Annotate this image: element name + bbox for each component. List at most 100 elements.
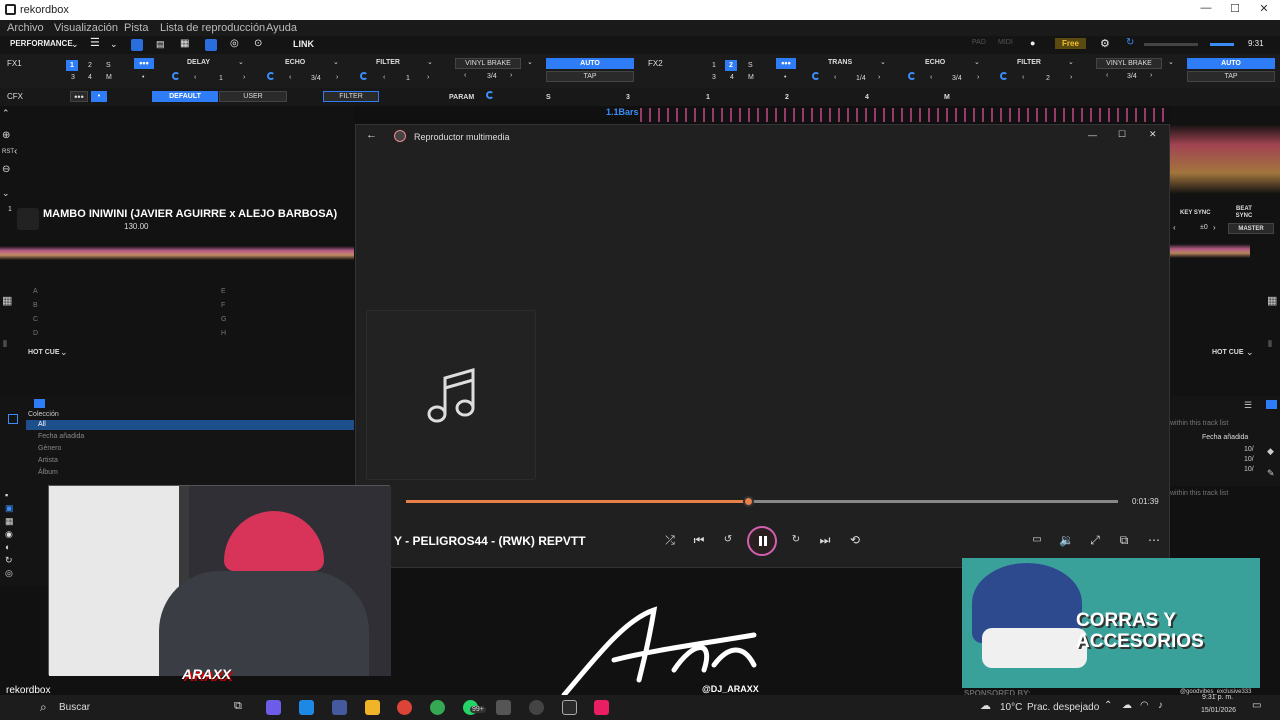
- captions-icon[interactable]: ▭: [1030, 533, 1044, 547]
- fx1-knob-3[interactable]: [360, 72, 368, 80]
- pad-e[interactable]: E: [221, 288, 226, 295]
- fx1-ratio-right-icon[interactable]: ›: [510, 72, 512, 79]
- filter-album[interactable]: Álbum: [38, 469, 58, 476]
- fx2-deck-4[interactable]: 4: [730, 74, 734, 81]
- cfx-filter-button[interactable]: FILTER: [323, 91, 379, 102]
- fx1-deck-2[interactable]: 2: [88, 62, 92, 69]
- menu-pista[interactable]: Pista: [124, 22, 148, 34]
- fx1-effect-2-chevron-icon[interactable]: ⌄: [333, 58, 339, 66]
- master-volume-slider[interactable]: [1144, 43, 1198, 46]
- store-icon[interactable]: [332, 700, 347, 715]
- grid-icon[interactable]: ▦: [180, 38, 189, 49]
- shuffle-icon[interactable]: ⤮: [663, 533, 677, 547]
- onedrive-icon[interactable]: ☁: [1122, 700, 1132, 711]
- fx1-effect-3[interactable]: FILTER: [376, 59, 400, 66]
- collapse-down-icon[interactable]: ⌄: [2, 188, 10, 199]
- fx1-vinyl-brake[interactable]: VINYL BRAKE: [455, 58, 521, 69]
- side-icon-5[interactable]: ◐: [5, 542, 10, 552]
- forward-30-icon[interactable]: ↻: [789, 533, 803, 547]
- reset-button[interactable]: RST: [2, 149, 14, 155]
- fx2-knob-2-left-icon[interactable]: ‹: [930, 74, 932, 81]
- track-search-input[interactable]: within this track list: [1170, 420, 1228, 427]
- fx2-knob-3[interactable]: [1000, 72, 1008, 80]
- fx1-knob-2-left-icon[interactable]: ‹: [289, 74, 291, 81]
- edge-icon[interactable]: [299, 700, 314, 715]
- fx2-knob-1-right-icon[interactable]: ›: [878, 74, 880, 81]
- side-icon-6[interactable]: ↻: [5, 555, 13, 566]
- repeat-icon[interactable]: ⟲: [848, 533, 862, 547]
- fx2-ratio-left-icon[interactable]: ‹: [1106, 72, 1108, 79]
- pad-grid-icon[interactable]: ▦: [2, 294, 12, 307]
- side-icon-2[interactable]: ▣: [5, 503, 14, 514]
- fx1-knob-3-left-icon[interactable]: ‹: [383, 74, 385, 81]
- pad-c[interactable]: C: [33, 316, 38, 323]
- fx2-deck-2[interactable]: 2: [725, 60, 737, 71]
- fx2-effect-3-chevron-icon[interactable]: ⌄: [1068, 58, 1074, 66]
- side-icon-1[interactable]: ▪: [5, 490, 8, 500]
- collection-all-row[interactable]: All: [26, 420, 354, 430]
- layout-2-icon[interactable]: ▤: [156, 39, 165, 50]
- rekordbox-task-icon[interactable]: [562, 700, 577, 715]
- track-search-input-2[interactable]: within this track list: [1170, 490, 1228, 497]
- filter-genero[interactable]: Género: [38, 445, 61, 452]
- fx2-deck-3[interactable]: 3: [712, 74, 716, 81]
- fx1-effect-1-chevron-icon[interactable]: ⌄: [238, 58, 244, 66]
- chrome-2-icon[interactable]: [430, 700, 445, 715]
- fx2-more-icon[interactable]: •••: [776, 58, 796, 69]
- fx2-knob-2-right-icon[interactable]: ›: [977, 74, 979, 81]
- wifi-icon[interactable]: ◠: [1140, 700, 1149, 711]
- pad-f[interactable]: F: [221, 302, 225, 309]
- deck-2-pad-grid-icon[interactable]: ▦: [1267, 294, 1277, 307]
- fx2-effect-3[interactable]: FILTER: [1017, 59, 1041, 66]
- tray-chevron-icon[interactable]: ⌃: [1104, 700, 1112, 711]
- obs-icon[interactable]: [529, 700, 544, 715]
- link-button[interactable]: LINK: [293, 39, 314, 49]
- side-icon-7[interactable]: ◎: [5, 568, 13, 579]
- pad-a[interactable]: A: [33, 288, 38, 295]
- fx1-ratio-left-icon[interactable]: ‹: [464, 72, 466, 79]
- cfx-param-knob[interactable]: [486, 91, 494, 99]
- pad-b[interactable]: B: [33, 302, 38, 309]
- fx1-deck-4[interactable]: 4: [88, 74, 92, 81]
- hotcue-chevron-icon[interactable]: ⌄: [60, 347, 68, 358]
- fx2-effect-1-chevron-icon[interactable]: ⌄: [880, 58, 886, 66]
- copilot-icon[interactable]: [266, 700, 281, 715]
- cfx-user-button[interactable]: USER: [219, 91, 287, 102]
- player-close-icon[interactable]: ✕: [1149, 129, 1157, 140]
- fx1-deck-m[interactable]: M: [106, 74, 112, 81]
- mode-chevron-icon[interactable]: ⌄: [71, 39, 79, 50]
- more-options-icon[interactable]: ⋯: [1147, 533, 1161, 547]
- hotcue-select[interactable]: HOT CUE: [28, 349, 60, 356]
- player-maximize-icon[interactable]: ☐: [1118, 129, 1126, 140]
- fx1-on-icon[interactable]: •: [142, 74, 144, 81]
- sync-icon[interactable]: ↻: [1126, 37, 1134, 48]
- fx1-knob-2[interactable]: [267, 72, 275, 80]
- maximize-icon[interactable]: ☐: [1225, 2, 1245, 18]
- fx1-effect-3-chevron-icon[interactable]: ⌄: [427, 58, 433, 66]
- zoom-in-icon[interactable]: ⊕: [2, 130, 10, 141]
- column-header-fecha[interactable]: Fecha añadida: [1202, 434, 1248, 441]
- fx2-on-icon[interactable]: •: [784, 74, 786, 81]
- fx2-deck-1[interactable]: 1: [712, 62, 716, 69]
- fx2-knob-1[interactable]: [812, 72, 820, 80]
- menu-icon[interactable]: ☰: [90, 36, 100, 49]
- menu-lista[interactable]: Lista de reproducción: [160, 22, 265, 34]
- fx1-deck-3[interactable]: 3: [71, 74, 75, 81]
- taskbar-search[interactable]: Buscar: [59, 702, 90, 713]
- browser-view-icon[interactable]: [34, 399, 45, 408]
- fx1-vinyl-chevron-icon[interactable]: ⌄: [527, 58, 533, 66]
- fx2-effect-1[interactable]: TRANS: [828, 59, 852, 66]
- fx1-knob-1-right-icon[interactable]: ›: [243, 74, 245, 81]
- collapse-up-icon[interactable]: ⌃: [2, 108, 10, 119]
- fx2-ratio-right-icon[interactable]: ›: [1150, 72, 1152, 79]
- fx1-tap-button[interactable]: TAP: [546, 71, 634, 82]
- filter-fecha[interactable]: Fecha añadida: [38, 433, 84, 440]
- menu-ayuda[interactable]: Ayuda: [266, 22, 297, 34]
- fx2-knob-3-right-icon[interactable]: ›: [1070, 74, 1072, 81]
- mixer-icon[interactable]: [205, 39, 217, 51]
- player-minimize-icon[interactable]: —: [1088, 130, 1097, 140]
- close-icon[interactable]: ✕: [1254, 2, 1274, 18]
- fx2-deck-m[interactable]: M: [748, 74, 754, 81]
- mode-select[interactable]: PERFORMANCE: [10, 39, 73, 48]
- collection-icon[interactable]: [8, 414, 18, 424]
